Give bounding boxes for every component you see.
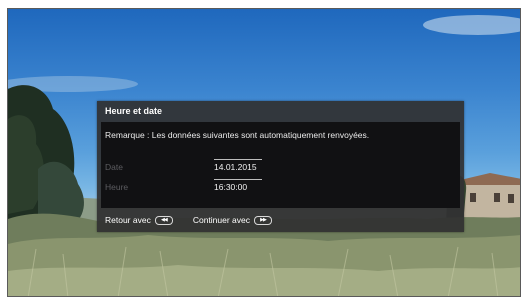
dialog-content: Remarque : Les données suivantes sont au… — [101, 122, 460, 208]
notice-text: Remarque : Les données suivantes sont au… — [105, 130, 370, 140]
fast-forward-icon: ▶▶ — [254, 215, 273, 225]
rewind-icon: ◀◀ — [154, 215, 173, 225]
time-date-dialog: Heure et date Remarque : Les données sui… — [97, 101, 464, 232]
time-label: Heure — [105, 182, 129, 192]
dialog-footer: Retour avec ◀◀ Continuer avec ▶▶ — [105, 214, 292, 226]
time-value: 16:30:00 — [214, 179, 262, 192]
date-label: Date — [105, 162, 123, 172]
tv-screen: Heure et date Remarque : Les données sui… — [7, 8, 521, 297]
continue-label: Continuer avec — [192, 215, 251, 225]
continue-button[interactable]: Continuer avec ▶▶ — [192, 215, 273, 225]
dialog-title: Heure et date — [105, 106, 163, 116]
date-value: 14.01.2015 — [214, 159, 262, 172]
back-label: Retour avec — [105, 215, 151, 225]
back-button[interactable]: Retour avec ◀◀ — [105, 215, 173, 225]
